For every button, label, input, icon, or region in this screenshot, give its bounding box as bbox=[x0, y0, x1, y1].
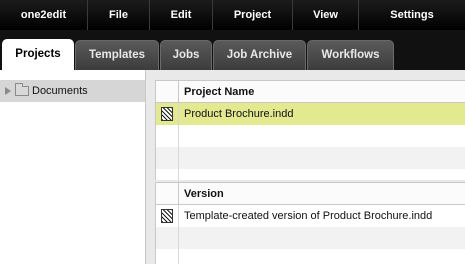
project-name-cell: Product Brochure.indd bbox=[184, 108, 294, 120]
menu-edit[interactable]: Edit bbox=[150, 0, 213, 30]
indd-file-icon bbox=[161, 209, 173, 223]
menu-file[interactable]: File bbox=[88, 0, 150, 30]
folder-tree: Documents bbox=[0, 70, 146, 264]
tab-job-archive[interactable]: Job Archive bbox=[213, 40, 306, 70]
menu-project[interactable]: Project bbox=[213, 0, 293, 30]
empty-row bbox=[156, 125, 465, 147]
menu-settings[interactable]: Settings bbox=[359, 0, 465, 30]
tab-projects[interactable]: Projects bbox=[2, 39, 74, 70]
projects-table: Project Name Product Brochure.indd bbox=[155, 80, 465, 191]
tab-templates[interactable]: Templates bbox=[75, 40, 159, 70]
menu-one2edit[interactable]: one2edit bbox=[0, 0, 88, 30]
tree-item-label: Documents bbox=[32, 85, 88, 97]
menu-bar: one2edit File Edit Project View Settings bbox=[0, 0, 465, 30]
folder-icon bbox=[15, 83, 29, 96]
table-header: Project Name bbox=[156, 81, 465, 103]
indd-file-icon bbox=[161, 107, 173, 121]
expand-arrow-icon[interactable] bbox=[5, 87, 11, 95]
tab-workflows[interactable]: Workflows bbox=[307, 40, 394, 70]
menu-view[interactable]: View bbox=[293, 0, 359, 30]
tree-item-documents[interactable]: Documents bbox=[0, 80, 145, 102]
table-row[interactable]: Product Brochure.indd bbox=[156, 103, 465, 125]
empty-row bbox=[156, 227, 465, 249]
version-cell: Template-created version of Product Broc… bbox=[184, 210, 433, 222]
empty-row bbox=[156, 249, 465, 264]
column-header-version[interactable]: Version bbox=[179, 183, 224, 204]
empty-row bbox=[156, 147, 465, 169]
column-header-project-name[interactable]: Project Name bbox=[179, 81, 254, 102]
tab-jobs[interactable]: Jobs bbox=[160, 40, 212, 70]
versions-table: Version Template-created version of Prod… bbox=[155, 182, 465, 264]
table-header: Version bbox=[156, 183, 465, 205]
tab-bar: Projects Templates Jobs Job Archive Work… bbox=[0, 30, 465, 70]
table-row[interactable]: Template-created version of Product Broc… bbox=[156, 205, 465, 227]
content-area: Project Name Product Brochure.indd Versi… bbox=[146, 70, 465, 264]
